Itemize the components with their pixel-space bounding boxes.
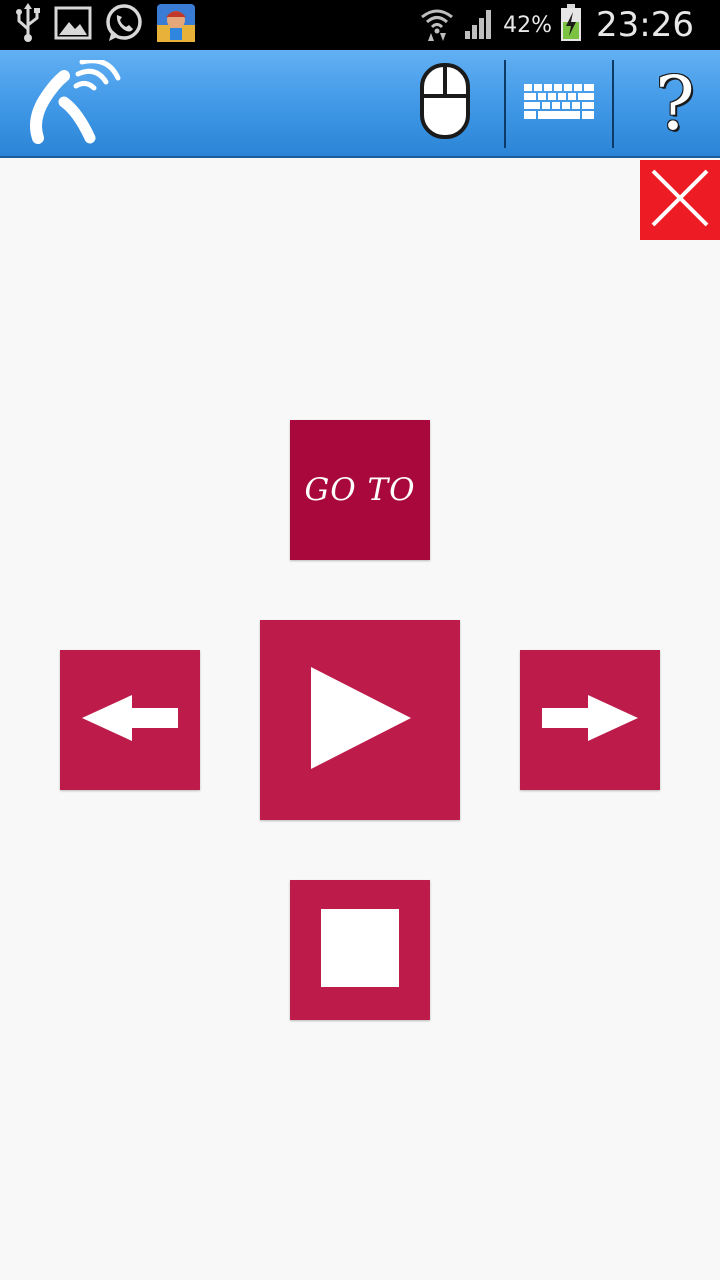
stop-button[interactable] (290, 880, 430, 1020)
mouse-button[interactable] (410, 58, 480, 150)
play-button[interactable] (260, 620, 460, 820)
goto-button[interactable]: GO TO (290, 420, 430, 560)
battery-percent: 42% (503, 12, 553, 38)
remote-signal-logo-icon (24, 58, 122, 150)
notification-icons (14, 3, 196, 47)
close-icon (649, 167, 711, 233)
arrow-right-icon (540, 693, 640, 747)
keyboard-button[interactable] (515, 58, 603, 150)
toolbar-divider (612, 60, 614, 148)
whatsapp-icon (104, 3, 144, 47)
clock: 23:26 (596, 5, 694, 45)
usb-icon (14, 3, 42, 47)
next-button[interactable] (520, 650, 660, 790)
image-icon (54, 6, 92, 44)
keyboard-icon (521, 81, 597, 127)
previous-button[interactable] (60, 650, 200, 790)
system-indicators: 42% 23:26 (419, 0, 694, 50)
status-bar: 42% 23:26 (0, 0, 720, 50)
game-app-icon (156, 3, 196, 47)
help-button[interactable]: ? (630, 58, 720, 150)
play-icon (307, 665, 413, 775)
wifi-icon (419, 3, 455, 47)
goto-label: GO TO (304, 472, 416, 508)
arrow-left-icon (80, 693, 180, 747)
signal-icon (463, 7, 495, 43)
app-bar: ? (0, 50, 720, 158)
help-icon: ? (655, 61, 695, 147)
close-button[interactable] (640, 160, 720, 240)
mouse-icon (417, 62, 473, 146)
toolbar-divider (504, 60, 506, 148)
battery-charging-icon (560, 4, 582, 46)
stop-icon (321, 909, 399, 991)
